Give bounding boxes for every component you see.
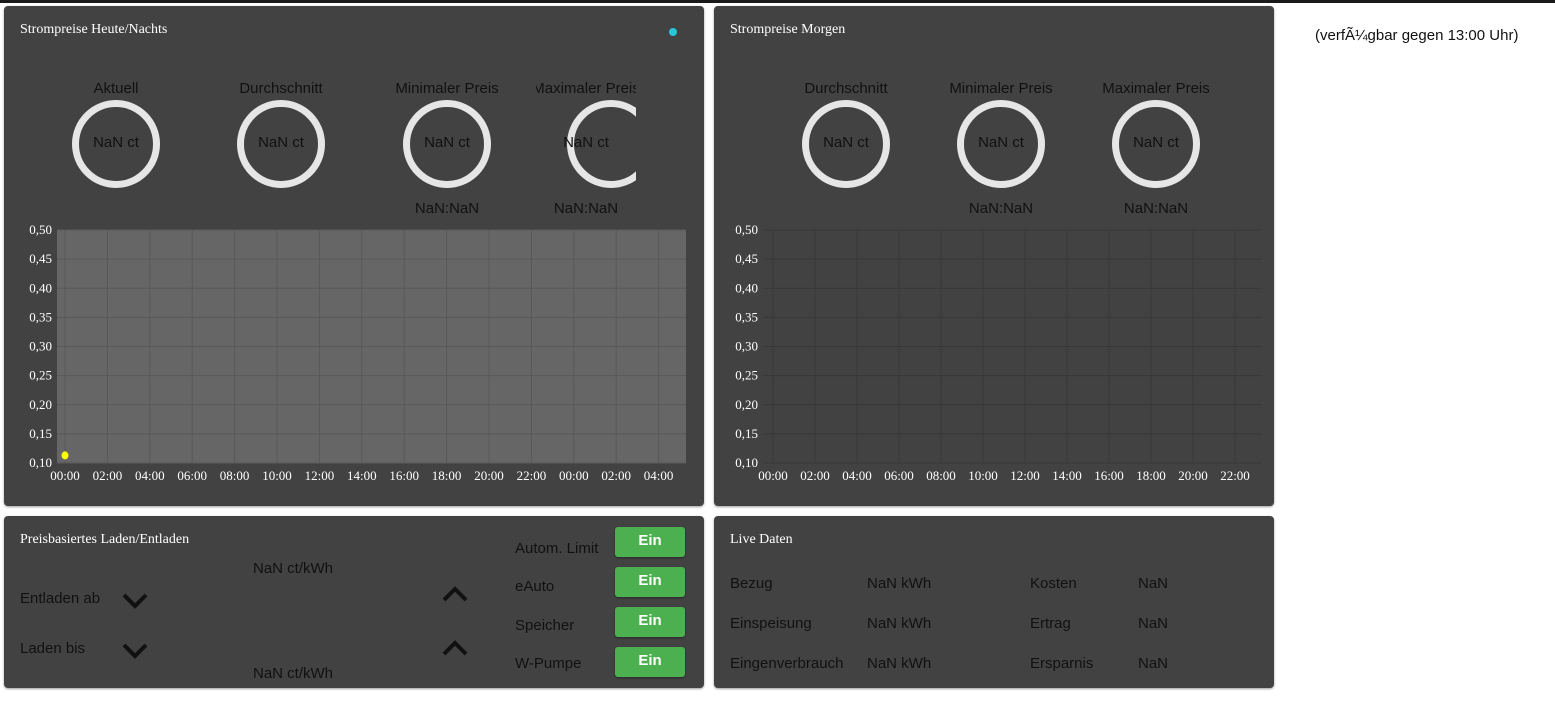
x-tick-label: 18:00 xyxy=(1136,468,1166,483)
x-tick-label: 06:00 xyxy=(177,468,207,483)
x-tick-label: 02:00 xyxy=(601,468,631,483)
y-tick-label: 0,15 xyxy=(29,426,52,441)
y-tick-label: 0,10 xyxy=(735,455,758,470)
y-tick-label: 0,20 xyxy=(29,397,52,412)
x-tick-label: 22:00 xyxy=(517,468,547,483)
live-value: NaN kWh xyxy=(867,575,932,592)
x-tick-label: 04:00 xyxy=(135,468,165,483)
live-label: Kosten xyxy=(1030,575,1077,592)
x-tick-label: 00:00 xyxy=(559,468,589,483)
x-tick-label: 12:00 xyxy=(305,468,335,483)
x-tick-label: 06:00 xyxy=(884,468,914,483)
x-tick-label: 04:00 xyxy=(644,468,674,483)
x-tick-label: 22:00 xyxy=(1220,468,1250,483)
panel-live: Live Daten Bezug NaN kWh Kosten NaN Eins… xyxy=(714,516,1274,688)
charge-increase-chevron-up-icon[interactable] xyxy=(441,638,469,658)
toggle-label: Autom. Limit xyxy=(515,540,599,557)
live-value: NaN xyxy=(1138,575,1169,592)
live-value: NaN kWh xyxy=(867,615,932,632)
y-tick-label: 0,25 xyxy=(29,368,52,383)
x-tick-label: 10:00 xyxy=(968,468,998,483)
chart-tomorrow: 0,50 0,45 0,40 0,35 0,30 0,25 0,20 0,15 0,1000:0… xyxy=(735,222,1262,483)
charge-label: Laden bis xyxy=(20,640,86,657)
y-tick-label: 0,50 xyxy=(735,222,758,237)
y-tick-label: 0,15 xyxy=(735,426,758,441)
toggle-label: W-Pumpe xyxy=(515,655,582,672)
charge-decrease-chevron-down-icon[interactable] xyxy=(121,641,149,661)
panel-title: Live Daten xyxy=(730,532,793,547)
y-tick-label: 0,25 xyxy=(735,368,758,383)
discharge-increase-chevron-up-icon[interactable] xyxy=(441,584,469,604)
x-tick-label: 14:00 xyxy=(1052,468,1082,483)
autom-limit-button[interactable]: Ein xyxy=(615,527,685,557)
live-value: NaN xyxy=(1138,615,1169,632)
x-tick-label: 12:00 xyxy=(1010,468,1040,483)
top-bar xyxy=(0,0,1555,3)
panel-charging: Preisbasiertes Laden/Entladen NaN ct/kWh… xyxy=(4,516,704,688)
eauto-button[interactable]: Ein xyxy=(615,567,685,597)
live-label: Ertrag xyxy=(1030,615,1071,632)
x-tick-label: 08:00 xyxy=(220,468,250,483)
x-tick-label: 02:00 xyxy=(93,468,123,483)
x-tick-label: 18:00 xyxy=(432,468,462,483)
y-tick-label: 0,40 xyxy=(735,280,758,295)
y-tick-label: 0,50 xyxy=(29,222,52,237)
live-label: Ersparnis xyxy=(1030,655,1094,672)
y-tick-label: 0,20 xyxy=(735,397,758,412)
y-tick-label: 0,10 xyxy=(29,455,52,470)
x-tick-label: 20:00 xyxy=(1178,468,1208,483)
x-tick-label: 16:00 xyxy=(1094,468,1124,483)
chart-today: 0,500,450,400,350,300,250,200,150,1000:0… xyxy=(29,222,686,483)
discharge-label: Entladen ab xyxy=(20,590,101,607)
toggle-label: Speicher xyxy=(515,617,575,634)
panel-today: Strompreise Heute/Nachts Aktuell NaN ct … xyxy=(4,6,704,506)
x-tick-label: 00:00 xyxy=(758,468,788,483)
toggle-label: eAuto xyxy=(515,578,555,595)
data-point xyxy=(61,451,69,460)
live-label: Bezug xyxy=(730,575,773,592)
x-tick-label: 10:00 xyxy=(262,468,292,483)
x-tick-label: 00:00 xyxy=(50,468,80,483)
availability-note: (verfÃ¼gbar gegen 13:00 Uhr) xyxy=(1315,27,1519,44)
w-pumpe-button[interactable]: Ein xyxy=(615,647,685,677)
x-tick-label: 20:00 xyxy=(474,468,504,483)
y-tick-label: 0,35 xyxy=(29,309,52,324)
x-tick-label: 14:00 xyxy=(347,468,377,483)
y-tick-label: 0,35 xyxy=(735,309,758,324)
charge-value: NaN ct/kWh xyxy=(253,665,334,682)
y-tick-label: 0,40 xyxy=(29,280,52,295)
discharge-value: NaN ct/kWh xyxy=(253,560,334,577)
live-value: NaN kWh xyxy=(867,655,932,672)
x-tick-label: 08:00 xyxy=(926,468,956,483)
x-tick-label: 04:00 xyxy=(842,468,872,483)
x-tick-label: 16:00 xyxy=(389,468,419,483)
x-tick-label: 02:00 xyxy=(800,468,830,483)
y-tick-label: 0,45 xyxy=(735,251,758,266)
y-tick-label: 0,45 xyxy=(29,251,52,266)
live-value: NaN xyxy=(1138,655,1169,672)
panel-title: Preisbasiertes Laden/Entladen xyxy=(20,532,190,547)
y-tick-label: 0,30 xyxy=(735,339,758,354)
panel-tomorrow: Strompreise Morgen Durchschnitt NaN ct M… xyxy=(714,6,1274,506)
live-label: Einspeisung xyxy=(730,615,812,632)
speicher-button[interactable]: Ein xyxy=(615,607,685,637)
discharge-decrease-chevron-down-icon[interactable] xyxy=(121,591,149,611)
y-tick-label: 0,30 xyxy=(29,339,52,354)
live-label: Eingenverbrauch xyxy=(730,655,844,672)
